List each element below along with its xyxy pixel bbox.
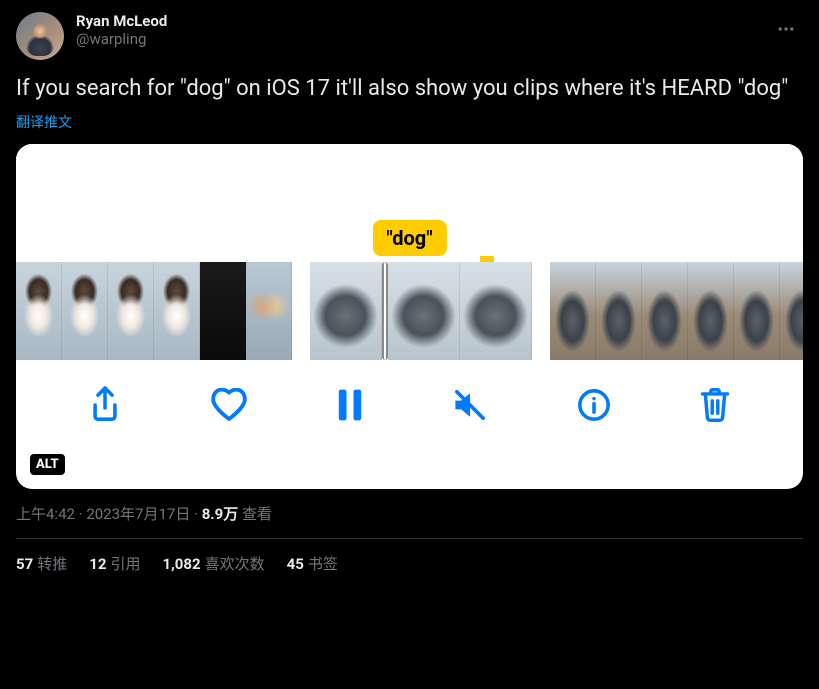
timeline-frame [388,262,460,360]
delete-button[interactable] [699,387,731,423]
more-icon [776,19,796,39]
timeline-frame [642,262,688,360]
caption-bubble: "dog" [372,220,446,256]
timeline-frame [246,262,292,360]
author-name-block[interactable]: Ryan McLeod @warpling [76,12,167,48]
retweets-stat[interactable]: 57转推 [16,553,67,574]
timeline-frame [200,262,246,360]
timeline-frame [780,262,803,360]
quotes-stat[interactable]: 12引用 [89,553,140,574]
tweet-meta: 上午4:42 · 2023年7月17日 · 8.9万 查看 [16,503,803,539]
timeline-frame [310,262,382,360]
views-count[interactable]: 8.9万 [202,505,239,523]
timeline-frame [688,262,734,360]
timeline-frame [108,262,154,360]
pause-icon [336,388,364,422]
mute-icon [451,388,489,422]
author-display-name: Ryan McLeod [76,12,167,30]
media-preview-top: "dog" [16,144,803,262]
likes-stat[interactable]: 1,082喜欢次数 [162,553,264,574]
playhead[interactable] [382,262,388,360]
timeline-frame [550,262,596,360]
translate-link[interactable]: 翻译推文 [16,112,72,132]
mute-button[interactable] [451,388,489,422]
like-button[interactable] [210,388,248,422]
media-attachment[interactable]: "dog" [16,144,803,489]
share-icon [88,385,122,425]
timeline-frame [16,262,62,360]
clip-group-2 [310,262,532,360]
bookmarks-stat[interactable]: 45书签 [287,553,338,574]
clip-group-1 [16,262,292,360]
tweet-header: Ryan McLeod @warpling [16,12,803,60]
clip-group-3 [550,262,803,360]
author-handle: @warpling [76,30,167,48]
timeline-frame [154,262,200,360]
avatar[interactable] [16,12,64,60]
timeline-frame [460,262,532,360]
more-options-button[interactable] [769,12,803,46]
video-timeline[interactable] [16,262,803,360]
tweet-stats: 57转推 12引用 1,082喜欢次数 45书签 [16,553,803,574]
heart-icon [210,388,248,422]
pause-button[interactable] [336,388,364,422]
views-label: 查看 [242,505,272,523]
tweet-time[interactable]: 上午4:42 [16,505,75,523]
share-button[interactable] [88,385,122,425]
tweet-text: If you search for "dog" on iOS 17 it'll … [16,74,803,104]
media-toolbar [16,360,803,450]
info-icon [577,388,611,422]
timeline-frame [62,262,108,360]
tweet-date[interactable]: 2023年7月17日 [86,505,190,523]
timeline-frame [596,262,642,360]
info-button[interactable] [577,388,611,422]
alt-badge[interactable]: ALT [30,454,65,475]
timeline-frame [734,262,780,360]
trash-icon [699,387,731,423]
tweet-container: Ryan McLeod @warpling If you search for … [16,12,803,574]
